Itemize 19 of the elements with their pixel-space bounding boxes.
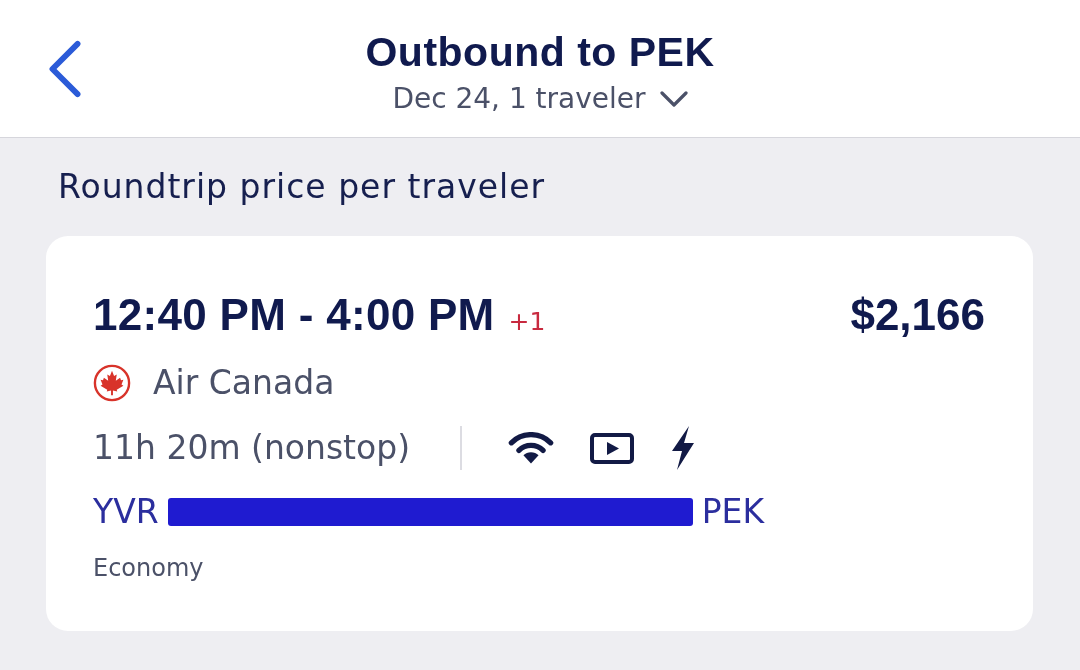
flight-times: 12:40 PM - 4:00 PM <box>93 289 495 341</box>
play-screen-icon <box>590 432 635 464</box>
section-label: Roundtrip price per traveler <box>58 166 547 208</box>
day-offset: +1 <box>508 307 546 336</box>
back-chevron-icon <box>46 39 84 98</box>
back-button[interactable] <box>46 39 84 98</box>
lightning-bolt-icon <box>670 426 697 470</box>
trip-details-dropdown[interactable]: Dec 24, 1 traveler <box>392 80 688 117</box>
origin-code: YVR <box>93 491 159 533</box>
flight-price: $2,166 <box>850 289 985 341</box>
page-title: Outbound to PEK <box>365 27 715 77</box>
cabin-class: Economy <box>93 553 205 584</box>
flight-card[interactable]: 12:40 PM - 4:00 PM +1 $2,166 Air Canada 11h 20m (nonstop) YVR PEK Economy <box>46 236 1033 631</box>
maple-leaf-logo-icon <box>93 364 131 402</box>
destination-code: PEK <box>701 491 765 533</box>
flight-duration: 11h 20m (nonstop) <box>93 427 411 469</box>
chevron-down-icon <box>659 90 688 107</box>
airline-name: Air Canada <box>153 362 335 404</box>
wifi-icon <box>508 432 555 464</box>
